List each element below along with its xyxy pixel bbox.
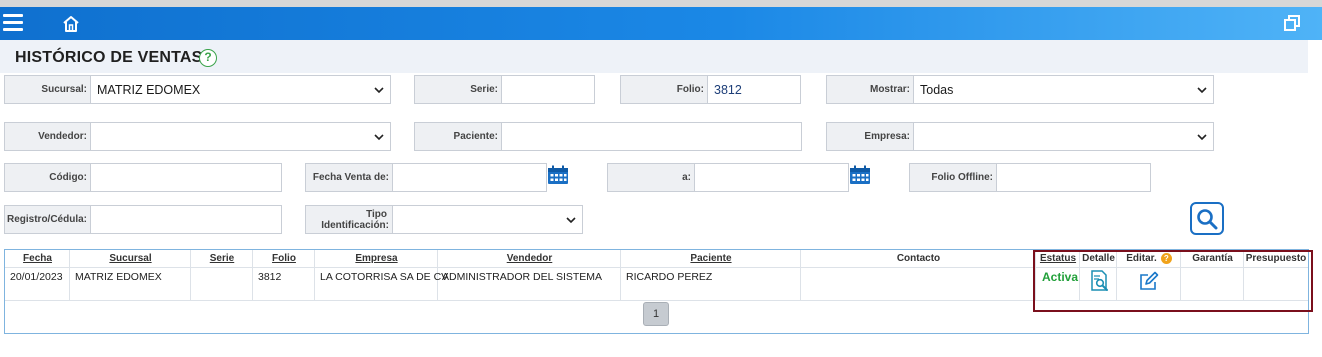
empresa-label: Empresa: xyxy=(826,122,914,151)
column-header-serie[interactable]: Serie xyxy=(191,253,253,264)
cell-paciente: RICARDO PEREZ xyxy=(626,271,713,283)
cell-vendedor: ADMINISTRADOR DEL SISTEMA xyxy=(442,271,603,283)
calendar-icon[interactable] xyxy=(849,165,871,185)
folio-input[interactable]: 3812 xyxy=(707,75,801,104)
sucursal-label: Sucursal: xyxy=(4,75,91,104)
search-icon xyxy=(1197,208,1218,229)
menu-icon[interactable] xyxy=(3,14,23,32)
app-header-bar xyxy=(0,7,1322,40)
registro-cedula-label: Registro/Cédula: xyxy=(4,205,91,234)
search-button[interactable] xyxy=(1190,202,1224,235)
fecha-venta-de-label: Fecha Venta de: xyxy=(305,163,393,192)
serie-input[interactable] xyxy=(501,75,595,104)
cell-fecha: 20/01/2023 xyxy=(10,271,63,283)
help-icon[interactable]: ? xyxy=(199,49,217,67)
pagination-page-button[interactable]: 1 xyxy=(643,302,669,326)
fecha-a-input[interactable] xyxy=(694,163,849,192)
codigo-input[interactable] xyxy=(90,163,282,192)
paciente-label: Paciente: xyxy=(414,122,502,151)
chevron-down-icon xyxy=(566,216,576,223)
serie-label: Serie: xyxy=(414,75,502,104)
codigo-label: Código: xyxy=(4,163,91,192)
chevron-down-icon xyxy=(1197,133,1207,140)
sucursal-value: MATRIZ EDOMEX xyxy=(97,82,201,97)
tipo-identificacion-label: Tipo Identificación: xyxy=(305,205,393,234)
window-restore-icon[interactable] xyxy=(1284,15,1300,31)
folio-offline-label: Folio Offline: xyxy=(909,163,997,192)
highlight-box xyxy=(1033,250,1313,312)
tipo-identificacion-select[interactable] xyxy=(392,205,583,234)
column-header-vendedor[interactable]: Vendedor xyxy=(438,253,621,264)
cell-folio: 3812 xyxy=(258,271,282,283)
page-title: HISTÓRICO DE VENTAS xyxy=(15,49,203,66)
calendar-icon[interactable] xyxy=(547,165,569,185)
fecha-a-label: a: xyxy=(607,163,695,192)
vendedor-label: Vendedor: xyxy=(4,122,91,151)
column-header-empresa[interactable]: Empresa xyxy=(315,253,438,264)
cell-empresa: LA COTORRISA SA DE CV xyxy=(320,271,449,283)
folio-offline-input[interactable] xyxy=(996,163,1151,192)
mostrar-value: Todas xyxy=(920,82,954,97)
cell-sucursal: MATRIZ EDOMEX xyxy=(75,271,162,283)
chevron-down-icon xyxy=(374,86,384,93)
chevron-down-icon xyxy=(1197,86,1207,93)
column-header-paciente[interactable]: Paciente xyxy=(621,253,801,264)
sucursal-select[interactable]: MATRIZ EDOMEX xyxy=(90,75,391,104)
mostrar-select[interactable]: Todas xyxy=(913,75,1214,104)
fecha-venta-de-input[interactable] xyxy=(392,163,547,192)
column-header-sucursal[interactable]: Sucursal xyxy=(70,253,191,264)
vendedor-select[interactable] xyxy=(90,122,391,151)
home-icon[interactable] xyxy=(62,15,80,33)
empresa-select[interactable] xyxy=(913,122,1214,151)
column-header-fecha[interactable]: Fecha xyxy=(5,253,70,264)
paciente-input[interactable] xyxy=(501,122,802,151)
top-strip xyxy=(0,0,1322,7)
column-header-contacto: Contacto xyxy=(896,253,941,264)
folio-label: Folio: xyxy=(620,75,708,104)
chevron-down-icon xyxy=(374,133,384,140)
mostrar-label: Mostrar: xyxy=(826,75,914,104)
registro-cedula-input[interactable] xyxy=(90,205,282,234)
column-header-folio[interactable]: Folio xyxy=(253,253,315,264)
